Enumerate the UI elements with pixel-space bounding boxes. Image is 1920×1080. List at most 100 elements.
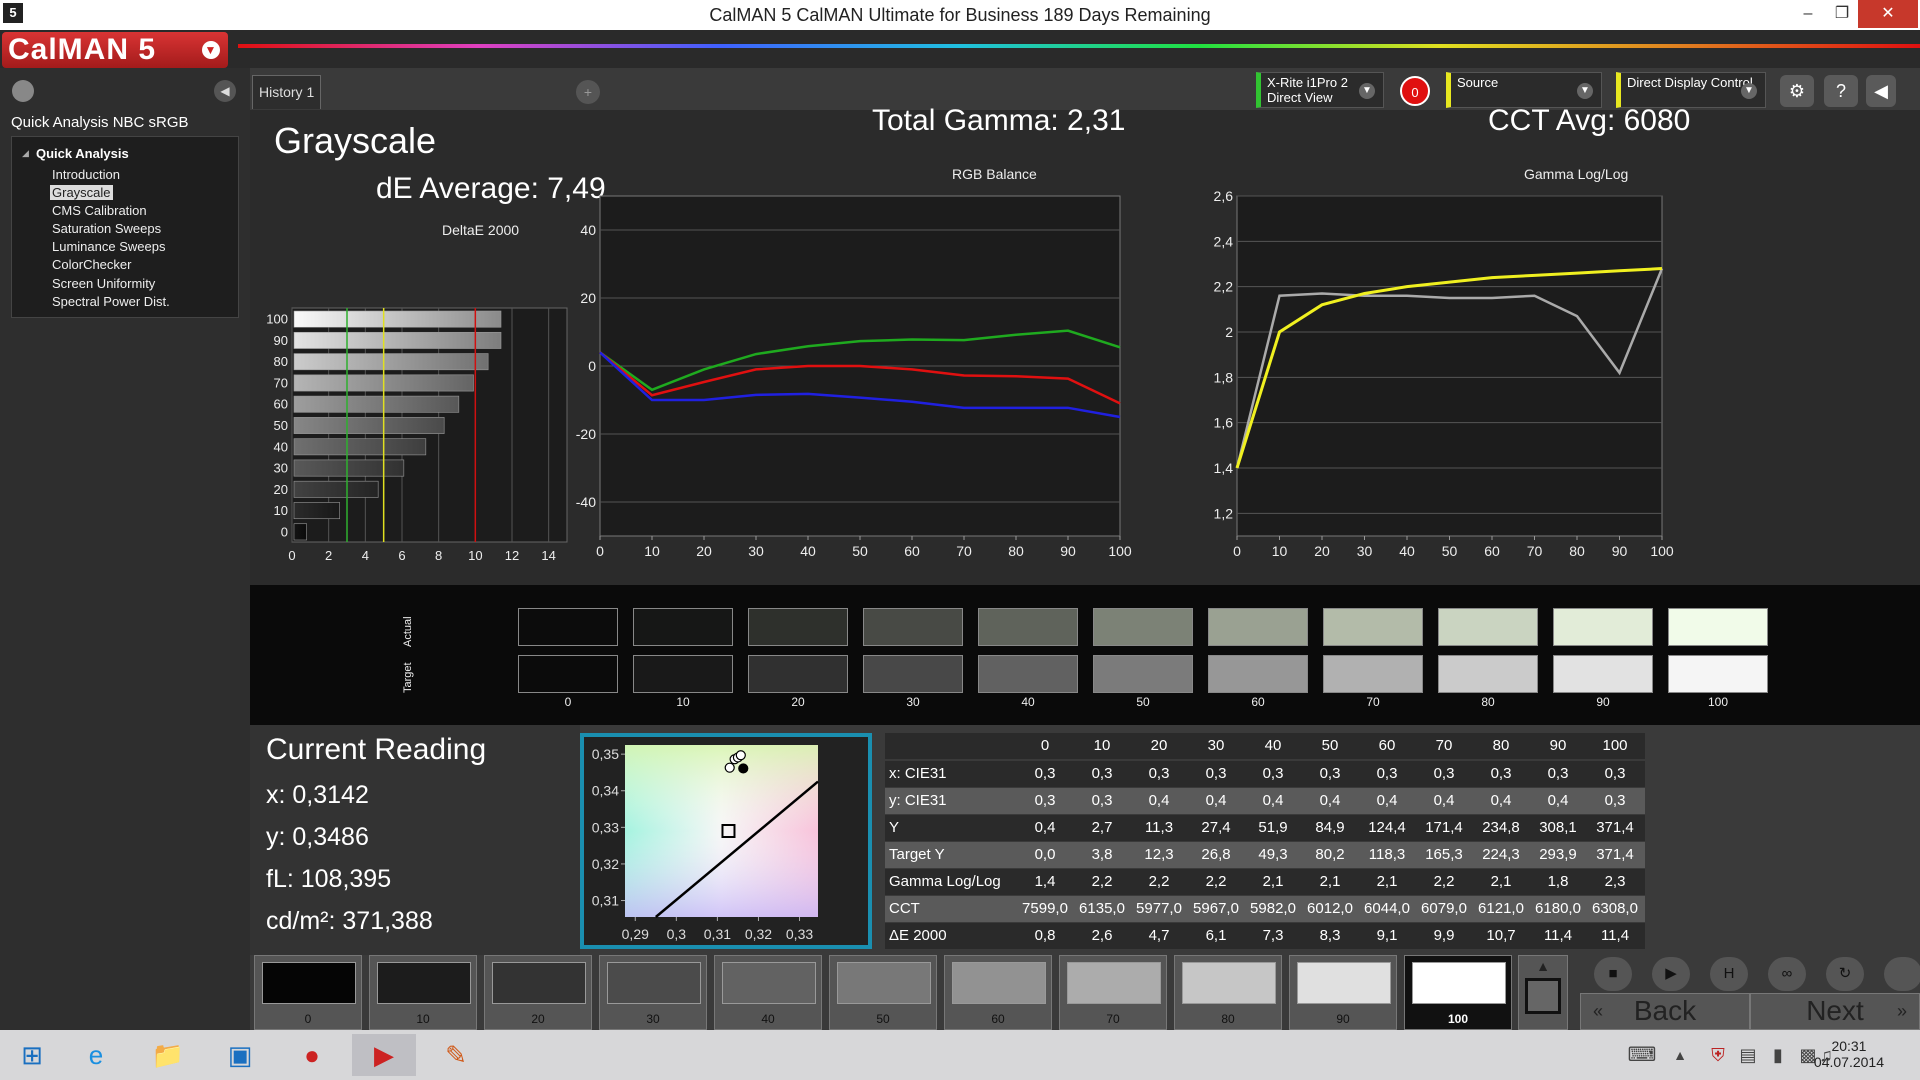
app-red-icon[interactable]: ● bbox=[280, 1034, 344, 1076]
patch-button[interactable]: 30 bbox=[599, 955, 707, 1030]
y-tick-label: 90 bbox=[274, 333, 288, 348]
start-windows-icon[interactable]: ⊞ bbox=[0, 1034, 64, 1076]
paint-icon[interactable]: ✎ bbox=[424, 1034, 488, 1076]
table-cell: 0,4 bbox=[1319, 792, 1341, 809]
tree-item-cms-calibration[interactable]: CMS Calibration bbox=[52, 203, 147, 218]
table-cell: 6121,0 bbox=[1478, 900, 1524, 917]
rainbow-divider bbox=[238, 44, 1920, 48]
play-icon[interactable]: ▶ bbox=[1652, 957, 1690, 991]
chevron-down-icon: ▼ bbox=[1359, 83, 1375, 99]
file-explorer-icon[interactable]: 📁 bbox=[136, 1034, 200, 1076]
actual-swatch bbox=[633, 608, 733, 646]
column-header: 20 bbox=[1150, 737, 1168, 754]
target-swatch bbox=[1668, 655, 1768, 693]
patch-button[interactable]: 0 bbox=[254, 955, 362, 1030]
tree-item-spectral-power[interactable]: Spectral Power Dist. bbox=[52, 294, 170, 309]
x-tick-label: 10 bbox=[468, 548, 482, 563]
tab-history-1[interactable]: History 1 bbox=[252, 75, 322, 109]
column-header: 0 bbox=[1040, 737, 1050, 754]
add-tab-icon[interactable]: + bbox=[576, 80, 600, 104]
next-button[interactable]: Next » bbox=[1750, 993, 1920, 1030]
tree-item-saturation-sweeps[interactable]: Saturation Sweeps bbox=[52, 221, 161, 236]
tree-item-colorchecker[interactable]: ColorChecker bbox=[52, 257, 131, 272]
collapse-sidebar-icon[interactable]: ◀ bbox=[214, 80, 236, 102]
table-cell: 6308,0 bbox=[1592, 900, 1638, 917]
patch-scroll[interactable]: ▲ bbox=[1518, 955, 1568, 1030]
patch-button[interactable]: 80 bbox=[1174, 955, 1282, 1030]
table-cell: 124,4 bbox=[1368, 819, 1406, 836]
patch-color bbox=[377, 962, 471, 1004]
tree-item-screen-uniformity[interactable]: Screen Uniformity bbox=[52, 276, 155, 291]
meter-reading-count[interactable]: 0 bbox=[1400, 76, 1430, 106]
stop-patch-icon[interactable] bbox=[1525, 978, 1561, 1014]
table-cell: 80,2 bbox=[1315, 846, 1345, 863]
system-clock[interactable]: 20:31 04.07.2014 bbox=[1814, 1038, 1884, 1070]
tree-expand-icon[interactable]: ◢ bbox=[22, 148, 29, 159]
tree-item-grayscale[interactable]: Grayscale bbox=[50, 185, 113, 200]
patch-button[interactable]: 60 bbox=[944, 955, 1052, 1030]
swatch-label: 90 bbox=[1596, 695, 1610, 709]
refresh-icon[interactable]: ↻ bbox=[1826, 957, 1864, 991]
settings-gear-icon[interactable]: ⚙ bbox=[1780, 75, 1814, 107]
windows-taskbar: ⊞ e 📁 ▣ ● ▶ ✎ ⌨ ▲ ⛨ ▤ ▮ ▩ ♫ 20:31 04.07.… bbox=[0, 1030, 1920, 1080]
y-tick-label: 1,2 bbox=[1214, 505, 1234, 521]
table-cell: 2,3 bbox=[1604, 873, 1626, 890]
help-icon[interactable]: ? bbox=[1824, 75, 1858, 107]
tree-item-introduction[interactable]: Introduction bbox=[52, 167, 120, 182]
table-cell: 0,3 bbox=[1376, 765, 1398, 782]
table-row: CCT 7599,0 6135,0 5977,0 5967,0 5982,0 6012,0 6… bbox=[885, 896, 1645, 922]
table-cell: 11,3 bbox=[1144, 819, 1174, 836]
hold-icon[interactable]: H bbox=[1710, 957, 1748, 991]
column-header: 80 bbox=[1492, 737, 1510, 754]
meter-selector[interactable]: X-Rite i1Pro 2 Direct View ▼ bbox=[1256, 72, 1384, 108]
x-tick-label: 70 bbox=[1527, 543, 1543, 559]
calman-logo-button[interactable]: CalMAN 5 ▼ bbox=[2, 32, 228, 68]
patch-button[interactable]: 50 bbox=[829, 955, 937, 1030]
patch-button[interactable]: 100 bbox=[1404, 955, 1512, 1030]
chevron-down-icon: ▼ bbox=[1741, 83, 1757, 99]
column-header: 40 bbox=[1264, 737, 1282, 754]
internet-explorer-icon[interactable]: e bbox=[64, 1034, 128, 1076]
table-cell: 0,0 bbox=[1034, 846, 1056, 863]
back-button[interactable]: « Back bbox=[1580, 993, 1750, 1030]
row-label: Y bbox=[889, 819, 900, 836]
record-icon[interactable] bbox=[1884, 957, 1920, 991]
patch-button[interactable]: 70 bbox=[1059, 955, 1167, 1030]
row-label: x: CIE31 bbox=[889, 765, 947, 782]
table-cell: 0,4 bbox=[1490, 792, 1512, 809]
patch-bar: 0 10 20 30 40 50 60 70 80 90 100 ▲ ■ ▶ H ∞ ↻ « Bac… bbox=[250, 955, 1920, 1030]
table-cell: 2,1 bbox=[1490, 873, 1512, 890]
tree-item-luminance-sweeps[interactable]: Luminance Sweeps bbox=[52, 239, 165, 254]
x-tick-label: 6 bbox=[398, 548, 405, 563]
calman-taskbar-icon[interactable]: ▶ bbox=[352, 1034, 416, 1076]
stop-icon[interactable]: ■ bbox=[1594, 957, 1632, 991]
patch-button[interactable]: 20 bbox=[484, 955, 592, 1030]
source-selector[interactable]: Source ▼ bbox=[1446, 72, 1602, 108]
patch-color bbox=[262, 962, 356, 1004]
continuous-icon[interactable]: ∞ bbox=[1768, 957, 1806, 991]
close-icon[interactable]: ✕ bbox=[1858, 0, 1918, 28]
display-selector[interactable]: Direct Display Control ▼ bbox=[1616, 72, 1766, 108]
row-label: ΔE 2000 bbox=[889, 927, 947, 944]
tree-root-quick-analysis[interactable]: Quick Analysis bbox=[36, 146, 129, 161]
patch-button[interactable]: 10 bbox=[369, 955, 477, 1030]
table-cell: 2,1 bbox=[1376, 873, 1398, 890]
y-tick-label: 10 bbox=[274, 503, 288, 518]
patch-color bbox=[1067, 962, 1161, 1004]
patch-button[interactable]: 40 bbox=[714, 955, 822, 1030]
patch-button[interactable]: 90 bbox=[1289, 955, 1397, 1030]
lenovo-icon[interactable]: ▣ bbox=[208, 1034, 272, 1076]
patch-label: 50 bbox=[876, 1012, 890, 1026]
table-cell: 7,3 bbox=[1262, 927, 1284, 944]
x-tick-label: 100 bbox=[1108, 543, 1132, 559]
table-cell: 6180,0 bbox=[1535, 900, 1581, 917]
collapse-right-icon[interactable]: ◀ bbox=[1866, 75, 1896, 107]
chevron-up-icon[interactable]: ▲ bbox=[1519, 958, 1567, 974]
y-tick-label: 1,4 bbox=[1214, 460, 1234, 476]
table-cell: 2,7 bbox=[1091, 819, 1113, 836]
measured-point bbox=[735, 750, 746, 761]
y-tick-label: -40 bbox=[576, 494, 596, 510]
x-tick-label: 0 bbox=[596, 543, 604, 559]
patch-color bbox=[492, 962, 586, 1004]
workflow-status-icon[interactable] bbox=[12, 80, 34, 102]
